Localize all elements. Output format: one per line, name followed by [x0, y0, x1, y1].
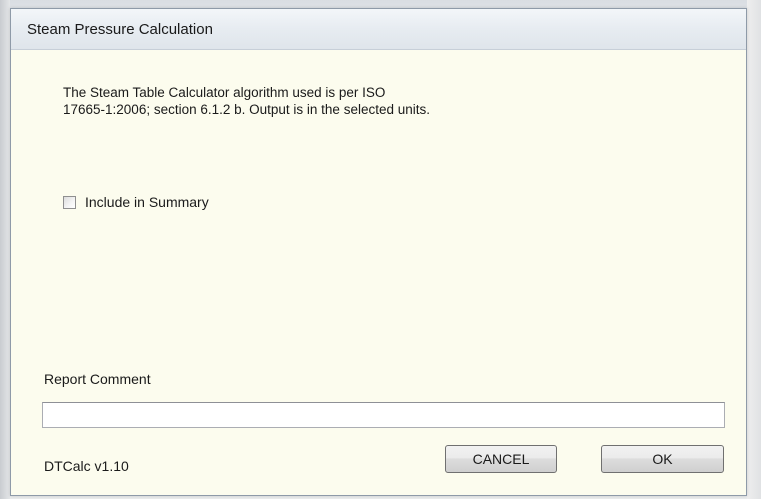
dialog-title: Steam Pressure Calculation: [27, 21, 213, 38]
include-in-summary-row[interactable]: Include in Summary: [63, 192, 209, 212]
cancel-button[interactable]: CANCEL: [445, 445, 557, 473]
include-in-summary-checkbox[interactable]: [63, 195, 76, 209]
version-label: DTCalc v1.10: [44, 458, 129, 474]
description-line-1: The Steam Table Calculator algorithm use…: [63, 85, 386, 100]
report-comment-label: Report Comment: [44, 371, 151, 387]
desktop-background-right: [747, 0, 761, 499]
ok-button[interactable]: OK: [601, 445, 724, 473]
include-in-summary-label[interactable]: Include in Summary: [85, 194, 209, 210]
report-comment-input[interactable]: [42, 402, 725, 428]
algorithm-description: The Steam Table Calculator algorithm use…: [63, 84, 623, 118]
desktop-background-left: [0, 0, 10, 499]
steam-pressure-dialog: Steam Pressure Calculation The Steam Tab…: [10, 8, 747, 496]
dialog-titlebar[interactable]: Steam Pressure Calculation: [11, 9, 746, 50]
description-line-2: 17665-1:2006; section 6.1.2 b. Output is…: [63, 102, 430, 117]
